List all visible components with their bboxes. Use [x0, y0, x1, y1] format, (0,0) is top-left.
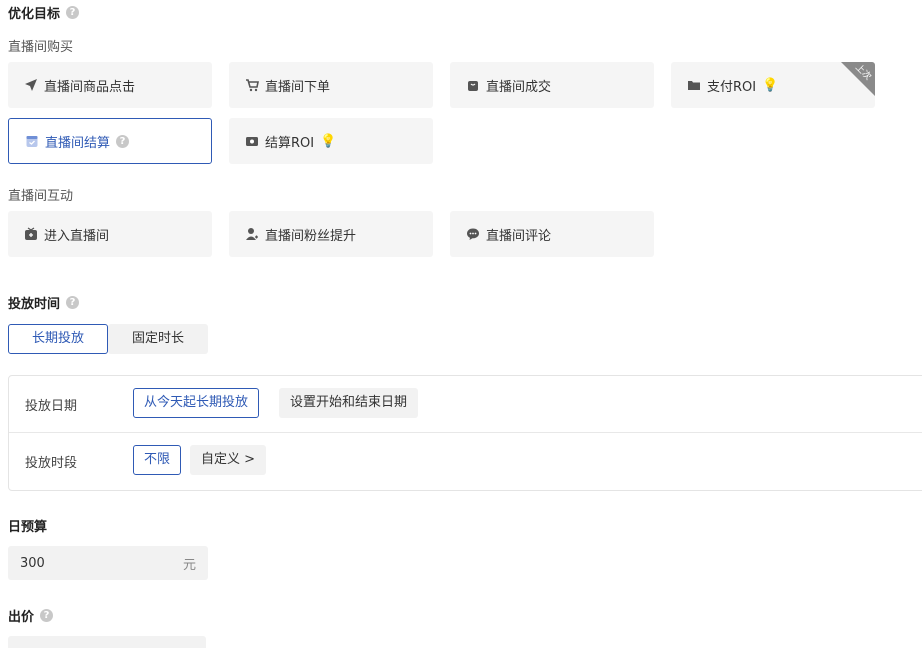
goal-card-label: 直播间粉丝提升 — [265, 228, 357, 244]
goal-card-order[interactable]: 直播间下单 — [229, 62, 433, 108]
tab-fixed-duration[interactable]: 固定时长 — [108, 324, 208, 354]
help-icon[interactable]: ? — [116, 134, 130, 148]
goal-card-settlement[interactable]: 直播间结算 ? — [8, 118, 212, 164]
goal-card-comment[interactable]: 直播间评论 — [450, 211, 654, 257]
folder-icon — [687, 78, 701, 92]
goal-card-label: 直播间评论 — [486, 228, 552, 244]
user-plus-icon — [245, 227, 259, 241]
option-set-dates[interactable]: 设置开始和结束日期 — [279, 388, 419, 418]
goal-card-settlement-roi[interactable]: 结算ROI 💡 — [229, 118, 433, 164]
schedule-title-text: 投放时间 — [8, 297, 61, 312]
budget-input[interactable]: 300 元 — [8, 546, 208, 580]
lightbulb-icon: 💡 — [762, 77, 779, 93]
budget-title-text: 日预算 — [8, 520, 48, 535]
goal-card-enter-room[interactable]: 进入直播间 — [8, 211, 212, 257]
calendar-icon — [25, 134, 39, 148]
goal-card-label: 直播间下单 — [265, 79, 331, 95]
goal-card-label: 结算ROI — [265, 135, 315, 151]
optimization-title: 优化目标 ? — [8, 3, 80, 22]
tab-long-term[interactable]: 长期投放 — [8, 324, 108, 354]
schedule-title: 投放时间 ? — [8, 293, 80, 312]
goal-card-deal[interactable]: 直播间成交 — [450, 62, 654, 108]
purchase-group-label: 直播间购买 — [8, 40, 74, 55]
tv-icon — [24, 227, 38, 241]
schedule-panel: 投放日期 从今天起长期投放 设置开始和结束日期 投放时段 不限 自定义 > — [8, 375, 922, 491]
interaction-group-label: 直播间互动 — [8, 189, 74, 204]
goal-card-pay-roi[interactable]: 支付ROI 💡 上次 — [671, 62, 875, 108]
chat-icon — [466, 227, 480, 241]
send-icon — [24, 78, 38, 92]
lightbulb-icon: 💡 — [320, 133, 337, 149]
wallet-icon — [245, 134, 259, 148]
bid-input[interactable] — [8, 636, 206, 648]
budget-title: 日预算 — [8, 516, 47, 535]
goal-card-product-click[interactable]: 直播间商品点击 — [8, 62, 212, 108]
period-row-label: 投放时段 — [25, 455, 78, 471]
bag-icon — [466, 78, 480, 92]
goal-card-label: 直播间结算 — [45, 135, 111, 151]
optimization-title-text: 优化目标 — [8, 7, 61, 22]
cart-icon — [245, 78, 259, 92]
bid-title-text: 出价 — [8, 610, 35, 625]
period-row: 投放时段 不限 自定义 > — [9, 433, 922, 489]
goal-card-label: 支付ROI — [707, 79, 757, 95]
bid-title: 出价 ? — [8, 606, 54, 625]
option-custom[interactable]: 自定义 > — [190, 445, 267, 475]
help-icon[interactable]: ? — [66, 296, 80, 309]
help-icon[interactable]: ? — [66, 6, 80, 19]
option-from-today[interactable]: 从今天起长期投放 — [133, 388, 260, 418]
schedule-tabs: 长期投放 固定时长 — [8, 324, 208, 354]
budget-unit: 元 — [182, 557, 196, 573]
help-icon[interactable]: ? — [40, 609, 54, 622]
option-unlimited[interactable]: 不限 — [133, 445, 182, 475]
goal-card-label: 直播间商品点击 — [44, 79, 136, 95]
goal-card-label: 直播间成交 — [486, 79, 552, 95]
budget-value: 300 — [20, 555, 45, 571]
date-row: 投放日期 从今天起长期投放 设置开始和结束日期 — [9, 376, 922, 432]
goal-card-label: 进入直播间 — [44, 228, 110, 244]
goal-card-fans[interactable]: 直播间粉丝提升 — [229, 211, 433, 257]
date-row-label: 投放日期 — [25, 398, 78, 414]
